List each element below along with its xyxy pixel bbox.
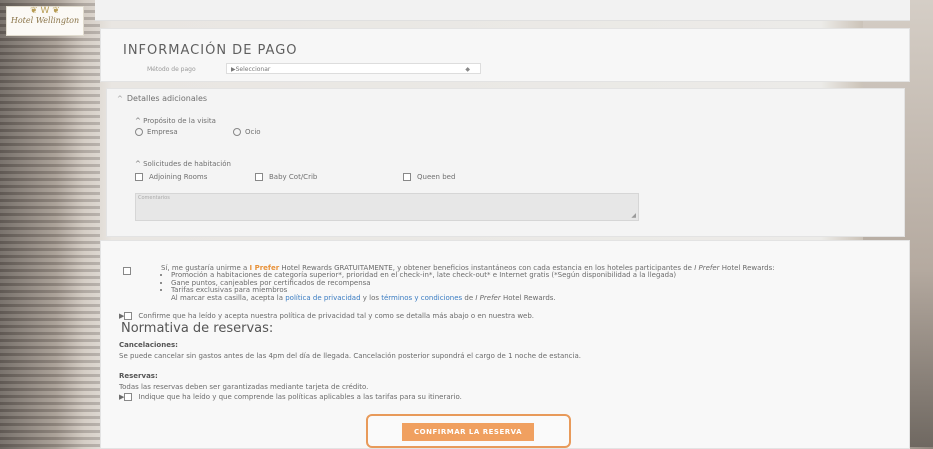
payment-panel: INFORMACIÓN DE PAGO Método de pago ▶Sele… <box>100 28 910 82</box>
accept-brand: I Prefer <box>475 293 501 302</box>
checkbox-queen-bed[interactable]: Queen bed <box>403 173 455 181</box>
rates-confirm-checkbox[interactable] <box>124 393 133 401</box>
radio-empresa[interactable]: Empresa <box>135 128 178 136</box>
rewards-line-end: Hotel Rewards: <box>719 264 775 272</box>
adjoining-rooms-label: Adjoining Rooms <box>149 173 208 181</box>
rewards-benefits-list: Promoción a habitaciones de categoría su… <box>161 271 901 294</box>
rewards-brand-2: I Prefer <box>694 264 720 272</box>
chevron-up-icon: ^ <box>135 160 144 168</box>
baby-cot-label: Baby Cot/Crib <box>269 173 318 181</box>
cancellations-text: Se puede cancelar sin gastos antes de la… <box>119 352 581 360</box>
select-arrow-icon: ◆ <box>465 66 470 73</box>
chevron-up-icon: ^ <box>117 95 123 103</box>
accept-end: Hotel Rewards. <box>500 293 556 302</box>
additional-details-panel: ^ Detalles adicionales ^ Propósito de la … <box>106 88 905 237</box>
privacy-policy-link[interactable]: política de privacidad <box>285 294 360 302</box>
rewards-text: Sí, me gustaría unirme a I Prefer Hotel … <box>161 264 901 302</box>
queen-bed-label: Queen bed <box>417 173 456 181</box>
bookings-text: Todas las reservas deben ser garantizada… <box>119 383 369 391</box>
privacy-confirm-text: Confirme que ha leído y acepta nuestra p… <box>138 312 535 320</box>
top-strip <box>95 0 910 21</box>
accept-mid: y los <box>360 293 382 302</box>
chevron-up-icon: ^ <box>135 117 144 125</box>
rates-confirm-text: Indique que ha leído y que comprende las… <box>138 393 462 401</box>
radio-button[interactable] <box>135 128 143 136</box>
terms-panel: Sí, me gustaría unirme a I Prefer Hotel … <box>100 240 910 449</box>
accept-pre: Al marcar esta casilla, acepta la <box>171 293 286 302</box>
logo-mark: ❦ W ❦ <box>30 6 60 16</box>
checkbox[interactable] <box>255 173 263 181</box>
checkbox[interactable] <box>403 173 411 181</box>
hotel-logo[interactable]: ❦ W ❦ Hotel Wellington <box>6 6 84 36</box>
radio-empresa-label: Empresa <box>147 128 178 136</box>
payment-method-label: Método de pago <box>147 66 196 73</box>
checkbox-baby-cot[interactable]: Baby Cot/Crib <box>255 173 317 181</box>
radio-button[interactable] <box>233 128 241 136</box>
rewards-accept-line: Al marcar esta casilla, acepta la políti… <box>161 293 901 302</box>
privacy-confirm-checkbox[interactable] <box>124 312 133 320</box>
accept-mid2: de <box>462 293 476 302</box>
comments-placeholder: Comentarios <box>138 195 170 201</box>
payment-method-select[interactable]: ▶Seleccionar ◆ <box>226 63 481 74</box>
room-requests-label-text: Solicitudes de habitación <box>143 160 231 168</box>
rates-confirm-row[interactable]: ▶ Indique que ha leído y que comprende la… <box>119 393 462 401</box>
confirm-booking-button[interactable]: CONFIRMAR LA RESERVA <box>402 423 534 441</box>
checkbox[interactable] <box>135 173 143 181</box>
resize-grip-icon[interactable]: ◢ <box>631 212 636 219</box>
payment-title: INFORMACIÓN DE PAGO <box>123 43 298 58</box>
bookings-label: Reservas: <box>119 372 158 380</box>
terms-link[interactable]: términos y condiciones <box>381 294 462 302</box>
rewards-checkbox[interactable] <box>123 267 131 275</box>
confirm-booking-focus-ring: CONFIRMAR LA RESERVA <box>366 414 571 448</box>
room-requests-label: ^ Solicitudes de habitación <box>135 160 231 168</box>
logo-name: Hotel Wellington <box>10 16 80 25</box>
policy-title: Normativa de reservas: <box>121 321 274 336</box>
additional-details-toggle[interactable]: ^ Detalles adicionales <box>117 94 207 103</box>
background-left <box>0 0 100 447</box>
privacy-confirm-row[interactable]: ▶ Confirme que ha leído y acepta nuestra … <box>119 312 534 320</box>
cancellations-label: Cancelaciones: <box>119 341 178 349</box>
radio-ocio-label: Ocio <box>245 128 261 136</box>
payment-method-value: Seleccionar <box>235 66 271 73</box>
checkbox-adjoining-rooms[interactable]: Adjoining Rooms <box>135 173 207 181</box>
radio-ocio[interactable]: Ocio <box>233 128 261 136</box>
purpose-label: ^ Propósito de la visita <box>135 117 216 125</box>
comments-textarea[interactable]: Comentarios ◢ <box>135 193 639 221</box>
purpose-label-text: Propósito de la visita <box>143 117 216 125</box>
additional-details-header: Detalles adicionales <box>126 94 208 103</box>
